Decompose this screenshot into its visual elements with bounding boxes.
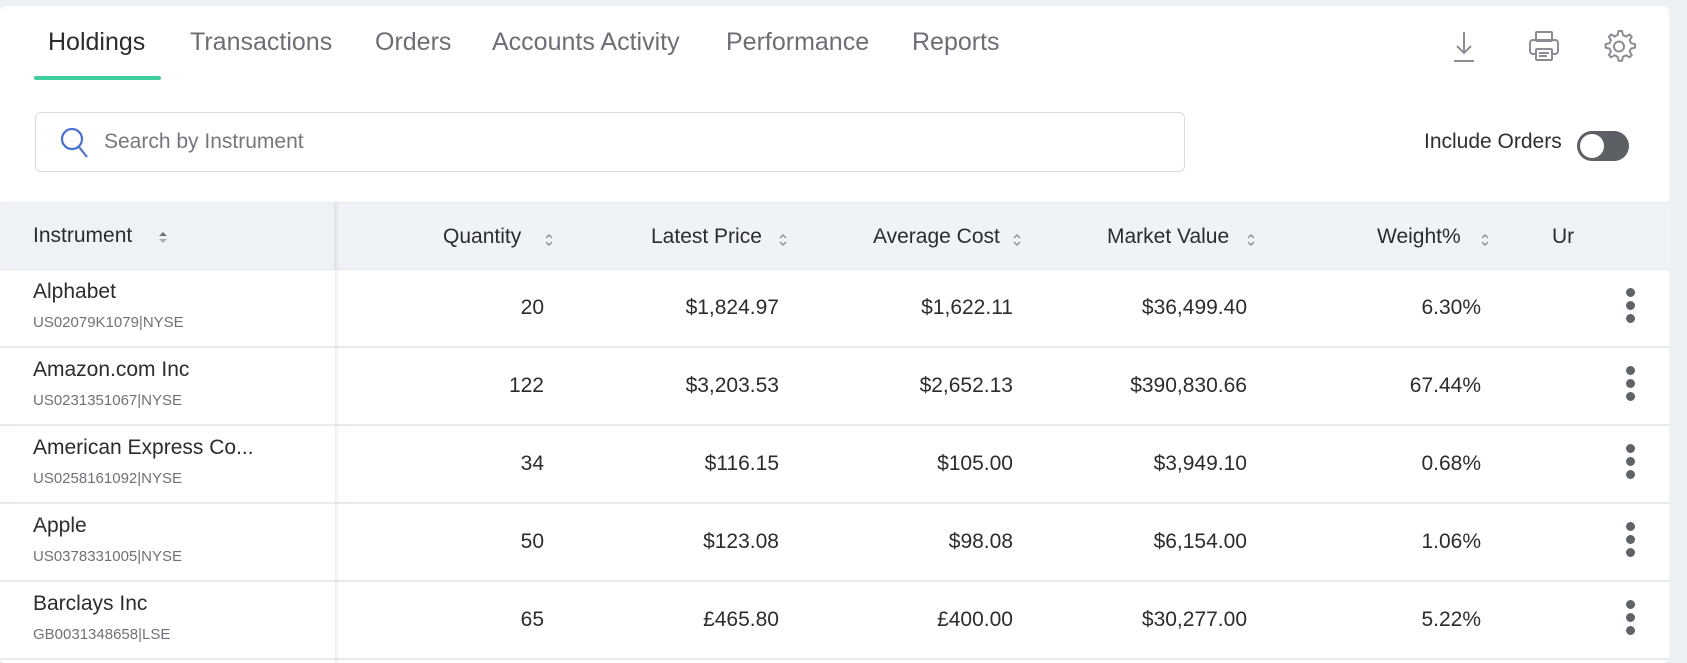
instrument-name[interactable]: Barclays Inc	[33, 592, 147, 616]
column-header-quantity[interactable]: Quantity	[443, 225, 521, 249]
instrument-id: GB0031348658|LSE	[33, 626, 171, 643]
instrument-cell[interactable]: American Express Co... US0258161092|NYSE	[3, 426, 335, 504]
sort-icon[interactable]	[778, 233, 788, 247]
instrument-cell[interactable]: Alphabet US02079K1079|NYSE	[3, 270, 335, 348]
cell-average-cost: $2,652.13	[919, 374, 1013, 397]
instrument-cell[interactable]: Barclays Inc GB0031348658|LSE	[3, 582, 335, 660]
instrument-name[interactable]: Amazon.com Inc	[33, 358, 189, 382]
include-orders-label: Include Orders	[1424, 130, 1562, 153]
tab-performance[interactable]: Performance	[726, 28, 869, 57]
column-header-latest-price[interactable]: Latest Price	[651, 225, 762, 249]
cell-weight: 6.30%	[1421, 296, 1481, 319]
tab-holdings[interactable]: Holdings	[48, 28, 145, 57]
cell-weight: 0.68%	[1421, 452, 1481, 475]
search-box	[35, 112, 1185, 172]
instrument-name[interactable]: American Express Co...	[33, 436, 254, 460]
sort-icon[interactable]	[544, 233, 554, 247]
cell-market-value: $390,830.66	[1130, 374, 1247, 397]
sort-icon[interactable]	[1012, 233, 1022, 247]
cell-average-cost: $105.00	[937, 452, 1013, 475]
cell-latest-price: $1,824.97	[685, 296, 779, 319]
cell-market-value: $6,154.00	[1153, 530, 1247, 553]
instrument-id: US0258161092|NYSE	[33, 470, 183, 487]
instrument-cell[interactable]: Amazon.com Inc US0231351067|NYSE	[3, 348, 335, 426]
row-menu-icon[interactable]	[1618, 600, 1642, 640]
cell-weight: 5.22%	[1421, 608, 1481, 631]
search-input[interactable]	[104, 123, 1164, 161]
cell-average-cost: $98.08	[948, 530, 1013, 553]
cell-quantity: 50	[520, 530, 544, 553]
instrument-cell[interactable]: Apple US0378331005|NYSE	[3, 504, 335, 582]
column-header-market-value[interactable]: Market Value	[1107, 225, 1229, 249]
instrument-name[interactable]: Apple	[33, 514, 87, 538]
cell-weight: 1.06%	[1421, 530, 1481, 553]
row-menu-icon[interactable]	[1618, 366, 1642, 406]
cell-quantity: 65	[520, 608, 544, 631]
cell-average-cost: $1,622.11	[921, 296, 1013, 319]
print-icon[interactable]	[1526, 28, 1562, 64]
column-header-average-cost[interactable]: Average Cost	[873, 225, 1000, 249]
toggle-knob	[1580, 134, 1604, 158]
instrument-id: US0231351067|NYSE	[33, 392, 183, 409]
active-tab-indicator	[34, 76, 161, 80]
include-orders-toggle[interactable]	[1577, 131, 1629, 161]
column-header-unrealized[interactable]: Ur	[1552, 225, 1574, 249]
download-icon[interactable]	[1446, 28, 1482, 64]
cell-quantity: 34	[520, 452, 544, 475]
cell-market-value: $30,277.00	[1141, 608, 1247, 631]
sort-icon[interactable]	[1246, 233, 1256, 247]
tab-accounts-activity[interactable]: Accounts Activity	[492, 28, 680, 57]
column-header-weight[interactable]: Weight%	[1377, 225, 1461, 249]
row-menu-icon[interactable]	[1618, 288, 1642, 328]
instrument-name[interactable]: Alphabet	[33, 280, 116, 304]
column-header-instrument[interactable]: Instrument	[33, 224, 132, 248]
sort-icon[interactable]	[158, 230, 168, 244]
cell-average-cost: £400.00	[937, 608, 1013, 631]
tab-bar: Holdings Transactions Orders Accounts Ac…	[0, 6, 1669, 86]
sort-icon[interactable]	[1480, 233, 1490, 247]
search-icon	[60, 127, 88, 158]
holdings-panel: Holdings Transactions Orders Accounts Ac…	[0, 6, 1669, 663]
row-menu-icon[interactable]	[1618, 522, 1642, 562]
cell-latest-price: $116.15	[704, 452, 779, 475]
cell-quantity: 20	[520, 296, 544, 319]
cell-latest-price: $123.08	[703, 530, 779, 553]
tab-reports[interactable]: Reports	[912, 28, 1000, 57]
cell-market-value: $36,499.40	[1141, 296, 1247, 319]
cell-weight: 67.44%	[1409, 374, 1481, 397]
row-menu-icon[interactable]	[1618, 444, 1642, 484]
instrument-header-cell: Instrument	[3, 202, 335, 270]
instrument-id: US0378331005|NYSE	[33, 548, 183, 565]
frozen-instrument-column: Instrument Alphabet US02079K1079|NYSE Am…	[3, 202, 335, 663]
cell-market-value: $3,949.10	[1153, 452, 1247, 475]
gear-icon[interactable]	[1601, 28, 1637, 64]
cell-latest-price: £465.80	[703, 608, 779, 631]
tab-transactions[interactable]: Transactions	[190, 28, 332, 57]
instrument-id: US02079K1079|NYSE	[33, 314, 184, 331]
tab-orders[interactable]: Orders	[375, 28, 451, 57]
cell-latest-price: $3,203.53	[685, 374, 779, 397]
cell-quantity: 122	[508, 374, 544, 397]
